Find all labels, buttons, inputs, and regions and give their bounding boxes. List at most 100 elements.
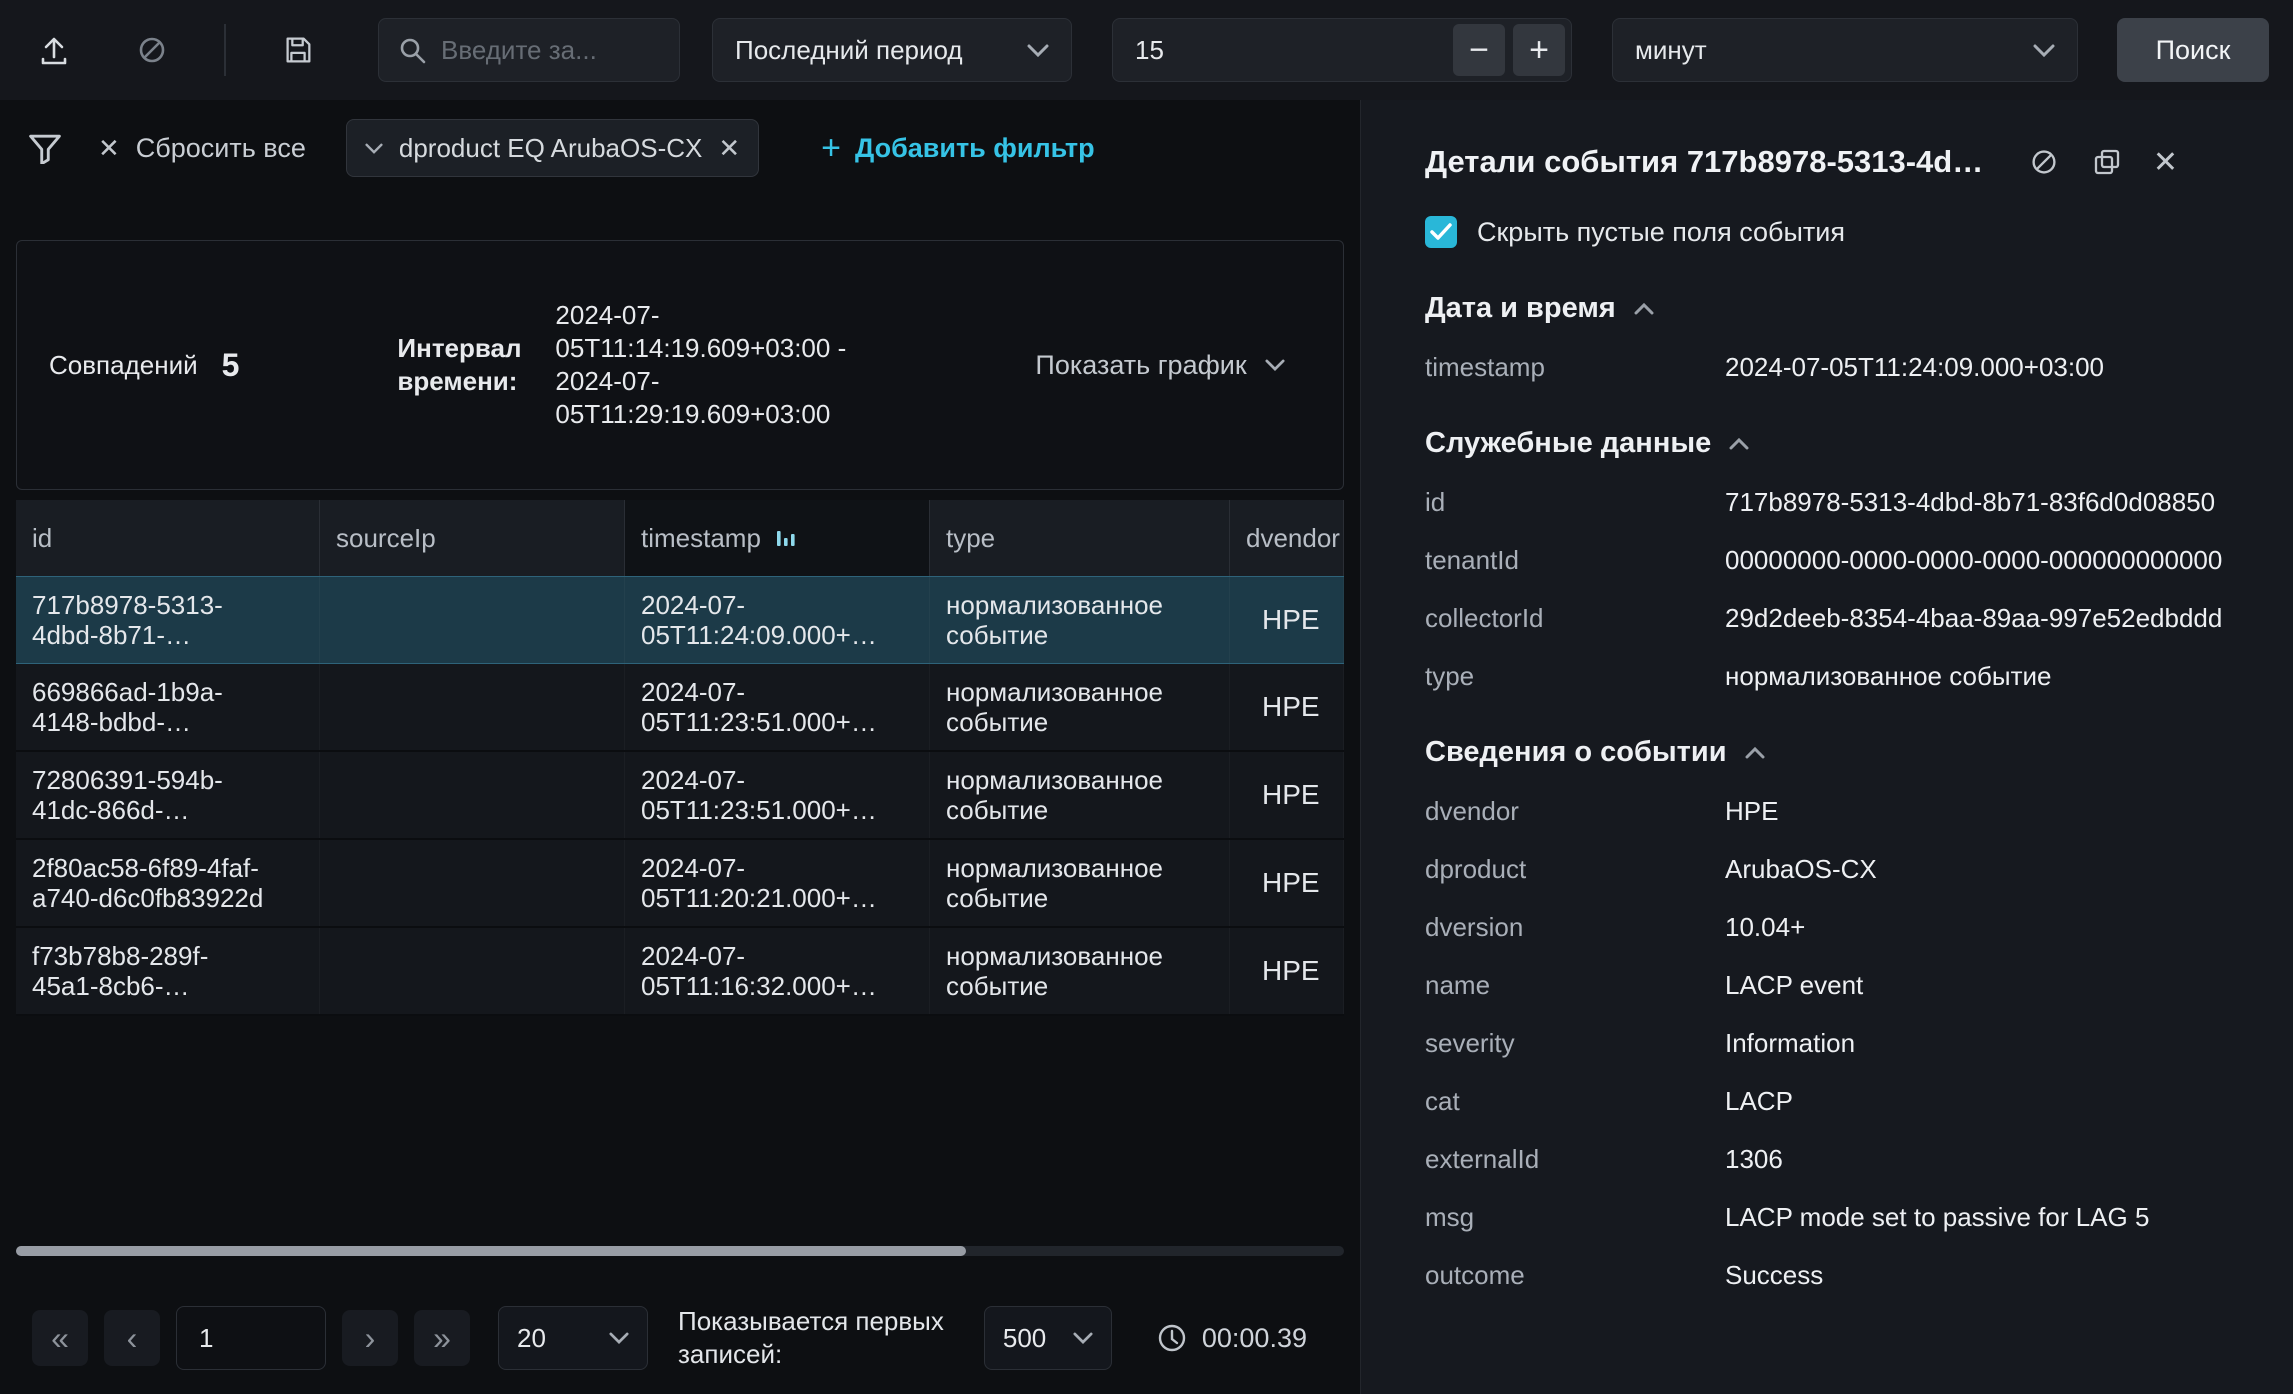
search-icon [397,35,427,65]
filter-chip-dproduct[interactable]: dproduct EQ ArubaOS-CX ✕ [346,119,759,177]
last-page-button[interactable]: » [414,1310,470,1366]
matches-count: Совпадений 5 [49,347,239,384]
cell-timestamp: 2024-07- 05T11:23:51.000+… [625,752,930,838]
column-header-type[interactable]: type [930,500,1230,576]
column-header-id[interactable]: id [16,500,320,576]
cell-sourceip [320,664,625,750]
period-select[interactable]: Последний период [712,18,1072,82]
hide-empty-checkbox[interactable] [1425,216,1457,248]
chevron-up-icon [1745,747,1765,759]
table-row[interactable]: 669866ad-1b9a- 4148-bdbd-… 2024-07- 05T1… [16,664,1344,752]
toolbar-divider [224,24,226,76]
field-value: 10.04+ [1725,911,2253,943]
query-time: 00:00.39 [1156,1322,1307,1354]
detail-field: cat LACP [1425,1085,2253,1117]
search-button[interactable]: Поиск [2117,18,2269,82]
decrement-button[interactable]: − [1453,24,1505,76]
showing-records-label: Показывается первых записей: [678,1305,944,1371]
field-value: 00000000-0000-0000-0000-000000000000 [1725,544,2253,576]
section-header-datetime[interactable]: Дата и время [1425,292,2253,325]
circle-slash-icon [134,32,170,68]
add-filter-button[interactable]: + Добавить фильтр [821,129,1094,168]
copy-icon [2091,146,2123,178]
reset-filters-button[interactable]: ✕ Сбросить все [98,133,306,164]
filter-funnel-icon[interactable] [28,132,62,164]
field-value: Information [1725,1027,2253,1059]
interval-input[interactable] [1113,35,1445,66]
summary-box: Совпадений 5 Интервал времени: 2024-07- … [16,240,1344,490]
filter-bar: ✕ Сбросить все dproduct EQ ArubaOS-CX ✕ … [0,100,1360,196]
detail-field: msg LACP mode set to passive for LAG 5 [1425,1201,2253,1233]
section-header-service[interactable]: Служебные данные [1425,427,2253,460]
interval-stepper: − + [1112,18,1572,82]
cell-dvendor: HPE [1230,664,1344,750]
column-header-timestamp[interactable]: timestamp [625,500,930,576]
section-header-event-info[interactable]: Сведения о событии [1425,736,2253,769]
increment-button[interactable]: + [1513,24,1565,76]
copy-button[interactable] [2091,146,2123,178]
event-details-panel: Детали события 717b8978-5313-4d… ✕ Скрыт… [1360,100,2293,1394]
detail-field: severity Information [1425,1027,2253,1059]
cell-dvendor: HPE [1230,928,1344,1014]
unit-select[interactable]: минут [1612,18,2078,82]
field-key: msg [1425,1201,1725,1233]
table-row[interactable]: 717b8978-5313- 4dbd-8b71-… 2024-07- 05T1… [16,576,1344,664]
field-value: LACP mode set to passive for LAG 5 [1725,1201,2253,1233]
field-value: 1306 [1725,1143,2253,1175]
detail-field: outcome Success [1425,1259,2253,1291]
details-disable-button[interactable] [2027,145,2061,179]
page-size-select[interactable]: 20 [498,1306,648,1370]
field-value: Success [1725,1259,2253,1291]
page-number-input[interactable] [176,1306,326,1370]
upload-icon [36,32,72,68]
upload-button[interactable] [28,24,80,76]
save-button[interactable] [272,24,324,76]
field-key: dvendor [1425,795,1725,827]
chevron-up-icon [1729,438,1749,450]
next-page-button[interactable]: › [342,1310,398,1366]
detail-field: dversion 10.04+ [1425,911,2253,943]
close-details-button[interactable]: ✕ [2153,145,2178,180]
hide-empty-row: Скрыть пустые поля события [1425,216,2253,248]
sort-icon [775,527,797,549]
matches-value: 5 [222,347,240,384]
remove-filter-icon[interactable]: ✕ [718,133,740,164]
detail-field: externalId 1306 [1425,1143,2253,1175]
field-key: tenantId [1425,544,1725,576]
pagination-bar: « ‹ › » 20 Показывается первых записей: … [0,1282,1360,1394]
field-key: timestamp [1425,351,1725,383]
table-row[interactable]: f73b78b8-289f- 45a1-8cb6-… 2024-07- 05T1… [16,928,1344,1016]
table-row[interactable]: 2f80ac58-6f89-4faf- a740-d6c0fb83922d 20… [16,840,1344,928]
record-limit-select[interactable]: 500 [984,1306,1112,1370]
show-chart-button[interactable]: Показать график [1035,350,1284,381]
field-key: dversion [1425,911,1725,943]
first-page-button[interactable]: « [32,1310,88,1366]
cell-sourceip [320,928,625,1014]
cell-type: нормализованное событие [930,577,1230,663]
cell-id: 72806391-594b- 41dc-866d-… [16,752,320,838]
close-icon: ✕ [98,133,120,164]
field-value: LACP event [1725,969,2253,1001]
field-value: 29d2deeb-8354-4baa-89aa-997e52edbddd [1725,602,2253,634]
field-value: нормализованное событие [1725,660,2253,692]
chevron-down-icon [609,1332,629,1344]
field-value: LACP [1725,1085,2253,1117]
search-input[interactable] [441,35,661,66]
add-filter-label: Добавить фильтр [855,133,1095,164]
column-header-dvendor[interactable]: dvendor [1230,500,1344,576]
detail-field: type нормализованное событие [1425,660,2253,692]
column-header-sourceip[interactable]: sourceIp [320,500,625,576]
disable-button[interactable] [126,24,178,76]
cell-id: 2f80ac58-6f89-4faf- a740-d6c0fb83922d [16,840,320,926]
horizontal-scrollbar[interactable] [16,1246,1344,1256]
events-table: id sourceIp timestamp type dvendor 717b8… [16,500,1344,1016]
table-row[interactable]: 72806391-594b- 41dc-866d-… 2024-07- 05T1… [16,752,1344,840]
detail-field: dproduct ArubaOS-CX [1425,853,2253,885]
prev-page-button[interactable]: ‹ [104,1310,160,1366]
save-icon [281,33,315,67]
check-icon [1430,223,1452,241]
chevron-down-icon [1265,359,1285,371]
scrollbar-thumb[interactable] [16,1246,966,1256]
detail-field: tenantId 00000000-0000-0000-0000-0000000… [1425,544,2253,576]
field-value: 717b8978-5313-4dbd-8b71-83f6d0d08850 [1725,486,2253,518]
